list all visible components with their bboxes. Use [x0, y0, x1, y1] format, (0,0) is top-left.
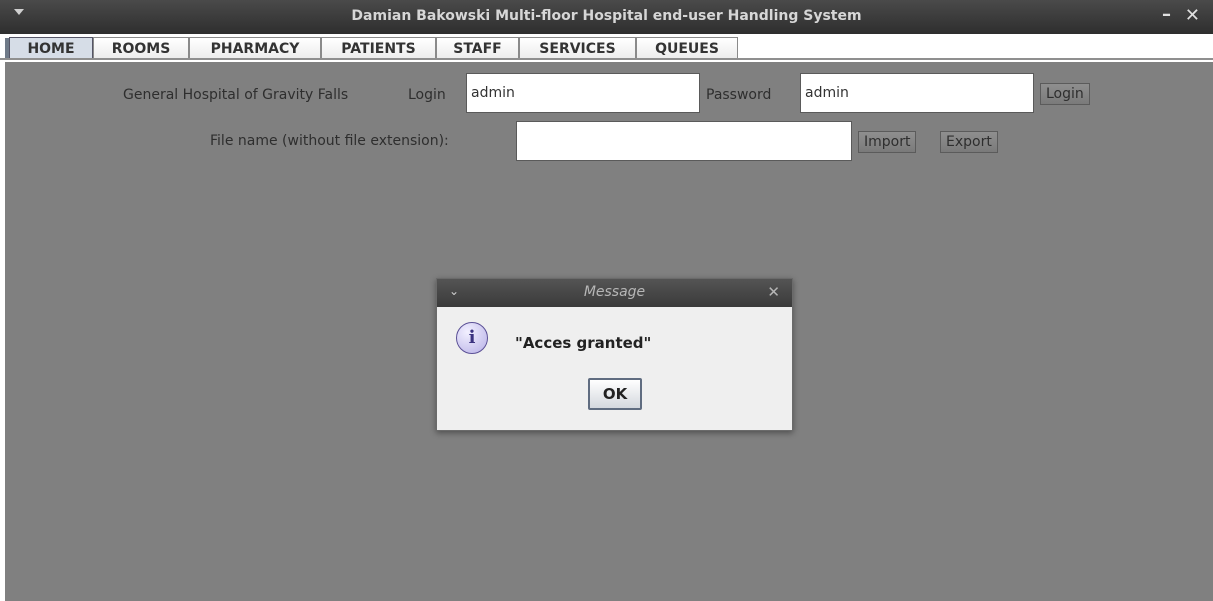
- info-icon: i: [456, 322, 488, 354]
- ok-button[interactable]: OK: [588, 378, 642, 410]
- dialog-title-bar: ⌄ Message ✕: [437, 279, 792, 307]
- password-label: Password: [706, 87, 772, 103]
- login-field[interactable]: admin: [466, 73, 700, 113]
- password-field[interactable]: admin: [800, 73, 1034, 113]
- tab-queues[interactable]: QUEUES: [636, 37, 738, 59]
- tab-rooms[interactable]: ROOMS: [93, 37, 189, 59]
- file-name-field[interactable]: [516, 121, 852, 161]
- login-label: Login: [408, 87, 446, 103]
- tab-staff[interactable]: STAFF: [436, 37, 519, 59]
- close-button[interactable]: ✕: [1185, 5, 1200, 26]
- tab-patients[interactable]: PATIENTS: [321, 37, 436, 59]
- window-title: Damian Bakowski Multi-floor Hospital end…: [351, 8, 862, 24]
- file-name-label: File name (without file extension):: [210, 133, 449, 149]
- tab-strip-rule: [0, 58, 1213, 60]
- title-bar: Damian Bakowski Multi-floor Hospital end…: [0, 0, 1213, 34]
- export-button[interactable]: Export: [940, 131, 998, 153]
- login-button[interactable]: Login: [1040, 83, 1090, 105]
- message-dialog: ⌄ Message ✕ i "Acces granted" OK: [436, 278, 793, 431]
- dialog-close-button[interactable]: ✕: [767, 283, 780, 301]
- hospital-name: General Hospital of Gravity Falls: [123, 87, 349, 103]
- dialog-message: "Acces granted": [515, 334, 652, 352]
- minimize-button[interactable]: –: [1162, 4, 1171, 25]
- tab-home[interactable]: HOME: [9, 37, 93, 59]
- tab-pharmacy[interactable]: PHARMACY: [189, 37, 321, 59]
- dialog-title: Message: [583, 284, 646, 300]
- import-button[interactable]: Import: [858, 131, 917, 153]
- tab-services[interactable]: SERVICES: [519, 37, 636, 59]
